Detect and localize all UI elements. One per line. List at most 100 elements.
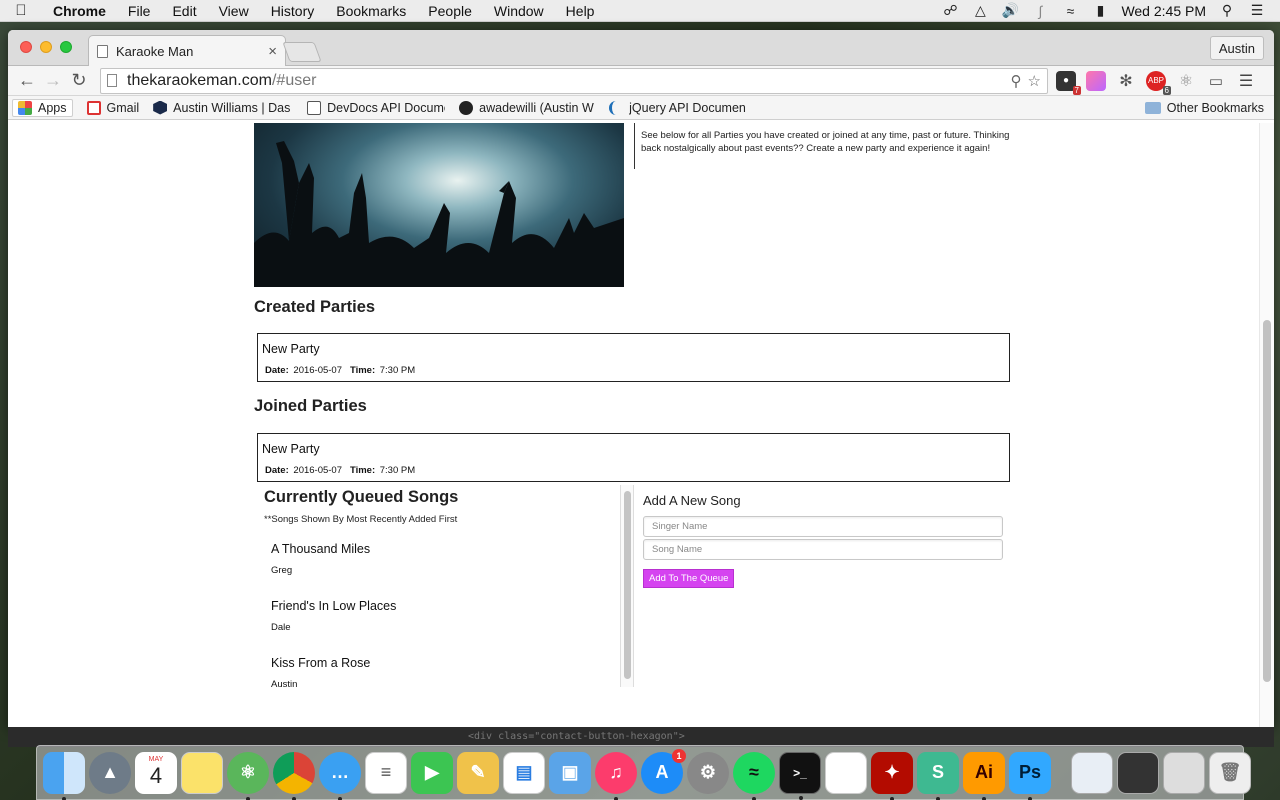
party-meta: Date: 2016-05-07 Time: 7:30 PM: [262, 365, 1005, 376]
bookmark-austin-williams[interactable]: Austin Williams | Das: [153, 100, 293, 115]
acrobat-icon[interactable]: ✦: [871, 751, 913, 800]
tab-karaoke-man[interactable]: Karaoke Man ×: [88, 35, 286, 66]
queue-scrollbar[interactable]: [620, 485, 634, 687]
bookmark-jquery[interactable]: jQuery API Documen: [609, 100, 747, 115]
notes-icon[interactable]: [181, 751, 223, 794]
notification-center-icon[interactable]: ☰: [1248, 2, 1266, 19]
bookmark-apps[interactable]: Apps: [12, 98, 73, 117]
joined-party-card[interactable]: New Party Date: 2016-05-07 Time: 7:30 PM: [257, 433, 1010, 482]
terminal-icon[interactable]: >_: [779, 751, 821, 800]
menu-file[interactable]: File: [117, 3, 162, 19]
menu-history[interactable]: History: [260, 3, 326, 19]
extension-icons: ● 7 ✻ ABP 6 ⚛ ▭ ☰: [1056, 70, 1256, 95]
extension-icon[interactable]: ● 7: [1056, 70, 1081, 95]
created-parties-heading: Created Parties: [254, 298, 376, 316]
battery-icon[interactable]: ▮: [1091, 2, 1109, 19]
url-text[interactable]: thekaraokeman.com/#user: [127, 72, 1005, 90]
reminders-icon[interactable]: ≡: [365, 751, 407, 794]
close-window-button[interactable]: [20, 41, 32, 53]
created-party-card[interactable]: New Party Date: 2016-05-07 Time: 7:30 PM: [257, 333, 1010, 382]
bookmark-star-icon[interactable]: ☆: [1028, 72, 1041, 90]
bookmark-gmail[interactable]: Gmail: [86, 100, 139, 115]
minimized-window-thumbnail[interactable]: [1117, 751, 1159, 794]
url-path: /#user: [271, 71, 317, 89]
menubar-clock[interactable]: Wed 2:45 PM: [1121, 3, 1206, 19]
system-preferences-icon[interactable]: ⚙: [687, 751, 729, 794]
profile-button[interactable]: Austin: [1209, 36, 1264, 60]
calendar-month: MAY: [148, 756, 164, 763]
reload-icon[interactable]: ↻: [66, 70, 92, 91]
crowd-silhouette: [254, 141, 624, 287]
queue-scrollbar-thumb[interactable]: [624, 491, 631, 679]
react-devtools-icon[interactable]: ⚛: [1176, 71, 1196, 91]
close-tab-icon[interactable]: ×: [268, 43, 277, 60]
spotlight-search-icon[interactable]: ⚲: [1218, 2, 1236, 19]
bug-extension-icon[interactable]: ✻: [1116, 71, 1136, 91]
itunes-icon[interactable]: ♫: [595, 751, 637, 800]
page-info-icon[interactable]: [107, 74, 117, 87]
bluetooth-icon[interactable]: ∫: [1031, 3, 1049, 19]
launchpad-icon[interactable]: ▲: [89, 751, 131, 794]
menu-app-name[interactable]: Chrome: [42, 3, 117, 19]
minimize-window-button[interactable]: [40, 41, 52, 53]
song-singer: Austin: [271, 679, 298, 690]
new-tab-button[interactable]: [282, 42, 322, 62]
page-scrollbar-thumb[interactable]: [1263, 320, 1271, 682]
add-to-queue-button[interactable]: Add To The Queue: [643, 569, 735, 588]
menu-view[interactable]: View: [208, 3, 260, 19]
menu-edit[interactable]: Edit: [161, 3, 207, 19]
pages-icon[interactable]: ✎: [457, 751, 499, 794]
illustrator-icon[interactable]: Ai: [963, 751, 1005, 800]
party-name: New Party: [262, 342, 320, 356]
numbers-icon[interactable]: ▤: [503, 751, 545, 794]
creative-cloud-icon[interactable]: ☍: [941, 2, 959, 19]
finder-icon[interactable]: [43, 751, 85, 800]
zoom-search-icon[interactable]: ⚲: [1011, 72, 1022, 90]
bookmark-devdocs[interactable]: DevDocs API Docume: [307, 100, 445, 115]
grid-app-icon[interactable]: [825, 751, 867, 794]
minimized-window-thumbnail[interactable]: [1071, 751, 1113, 794]
calendar-icon[interactable]: MAY 4: [135, 751, 177, 794]
app-store-icon[interactable]: A1: [641, 748, 686, 794]
minimized-window-thumbnail[interactable]: [1163, 751, 1205, 794]
time-label: Time:: [349, 365, 376, 376]
color-picker-extension-icon[interactable]: [1086, 70, 1106, 91]
party-time: 7:30 PM: [379, 465, 416, 476]
concert-crowd-image: [254, 123, 624, 287]
menu-people[interactable]: People: [417, 3, 483, 19]
volume-icon[interactable]: 🔊: [1001, 2, 1019, 19]
page-scrollbar[interactable]: [1259, 123, 1274, 727]
keynote-icon[interactable]: ▣: [549, 751, 591, 794]
trash-icon[interactable]: 🗑: [1209, 751, 1251, 794]
add-song-form: Add A New Song Add To The Queue: [643, 493, 1005, 588]
atom-icon[interactable]: ⚛: [227, 751, 269, 800]
page-viewport: See below for all Parties you have creat…: [8, 123, 1274, 727]
messages-icon[interactable]: …: [319, 751, 361, 800]
forward-arrow-icon[interactable]: →: [40, 70, 66, 91]
photoshop-icon[interactable]: Ps: [1009, 751, 1051, 800]
chrome-icon[interactable]: [273, 751, 315, 800]
tab-strip: Karaoke Man × Austin: [8, 30, 1274, 66]
menu-help[interactable]: Help: [555, 3, 606, 19]
wifi-icon[interactable]: ≈: [1061, 3, 1079, 19]
spotify-icon[interactable]: ≈: [733, 751, 775, 800]
song-name-input[interactable]: [643, 539, 1003, 560]
address-bar[interactable]: thekaraokeman.com/#user ⚲ ☆: [100, 67, 1048, 94]
airplay-icon[interactable]: △: [971, 2, 989, 19]
menu-window[interactable]: Window: [483, 3, 555, 19]
adblock-plus-icon[interactable]: ABP 6: [1146, 70, 1171, 95]
cast-icon[interactable]: ▭: [1206, 71, 1226, 91]
singer-name-input[interactable]: [643, 516, 1003, 537]
browser-toolbar: ← → ↻ thekaraokeman.com/#user ⚲ ☆ ● 7 ✻ A…: [8, 66, 1274, 96]
chrome-menu-icon[interactable]: ☰: [1236, 71, 1256, 91]
back-arrow-icon[interactable]: ←: [14, 70, 40, 91]
menu-bookmarks[interactable]: Bookmarks: [325, 3, 417, 19]
apple-menu-icon[interactable]: : [0, 2, 42, 19]
background-editor-text: <div class="contact-button-hexagon">: [8, 727, 1274, 747]
bookmark-github[interactable]: awadewilli (Austin W: [459, 100, 595, 115]
song-item: A Thousand Miles Greg: [271, 542, 614, 576]
slack-icon[interactable]: S: [917, 751, 959, 800]
zoom-window-button[interactable]: [60, 41, 72, 53]
other-bookmarks[interactable]: Other Bookmarks: [1144, 101, 1264, 115]
facetime-icon[interactable]: ▶: [411, 751, 453, 794]
